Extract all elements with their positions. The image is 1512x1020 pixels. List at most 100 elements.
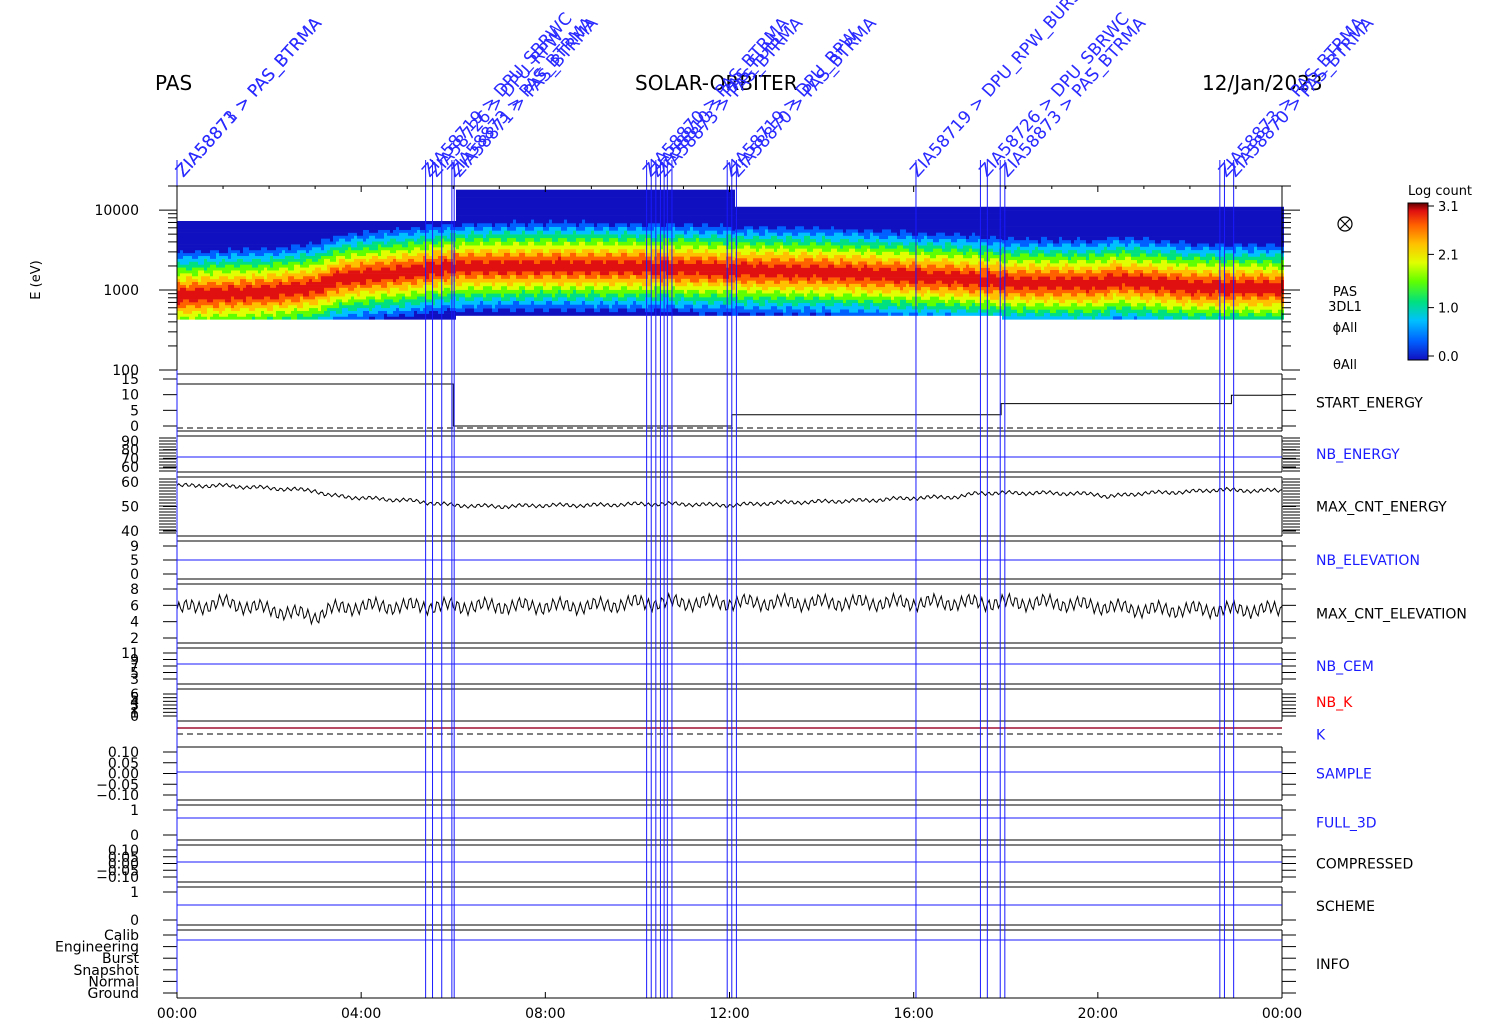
- spectrogram-cell: [537, 274, 540, 279]
- spectrogram-cell: [228, 267, 231, 271]
- spectrogram-cell: [234, 244, 237, 248]
- spectrogram-cell: [399, 252, 402, 257]
- spectrogram-cell: [291, 255, 294, 259]
- spectrogram-cell: [462, 274, 465, 279]
- spectrogram-cell: [321, 293, 324, 297]
- spectrogram-cell: [243, 293, 246, 297]
- spectrogram-cell: [615, 285, 618, 290]
- spectrogram-cell: [537, 197, 540, 202]
- spectrogram-cell: [483, 259, 486, 264]
- spectrogram-cell: [534, 289, 537, 294]
- spectrogram-cell: [414, 264, 417, 268]
- spectrogram-cell: [555, 234, 558, 239]
- spectrogram-cell: [552, 200, 555, 205]
- spectrogram-cell: [576, 230, 579, 235]
- spectrogram-cell: [222, 293, 225, 297]
- spectrogram-cell: [303, 299, 306, 303]
- spectrogram-cell: [315, 299, 318, 303]
- spectrogram-cell: [609, 289, 612, 294]
- spectrogram-cell: [456, 300, 459, 305]
- spectrogram-cell: [336, 278, 339, 283]
- spectrogram-cell: [288, 296, 291, 300]
- spectrogram-cell: [225, 278, 228, 283]
- spectrogram-cell: [207, 270, 210, 274]
- spectrogram-cell: [549, 293, 552, 298]
- spectrogram-cell: [561, 308, 564, 313]
- spectrogram-cell: [528, 237, 531, 242]
- spectrogram-cell: [429, 249, 432, 254]
- spectrogram-cell: [369, 232, 372, 236]
- spectrogram-cell: [420, 261, 423, 265]
- spectrogram-cell: [330, 299, 333, 303]
- spectrogram-cell: [405, 238, 408, 242]
- spectrogram-cell: [600, 237, 603, 242]
- spectrogram-cell: [195, 301, 198, 306]
- spectrogram-cell: [570, 222, 573, 227]
- spectrogram-cell: [558, 282, 561, 287]
- spectrogram-cell: [378, 249, 381, 254]
- spectrogram-cell: [375, 301, 378, 306]
- spectrogram-cell: [522, 293, 525, 298]
- spectrogram-cell: [270, 244, 273, 248]
- spectrogram-cell: [249, 296, 252, 300]
- spectrogram-cell: [537, 200, 540, 205]
- spectrogram-cell: [213, 258, 216, 262]
- spectrogram-cell: [429, 273, 432, 277]
- spectrogram-cell: [600, 271, 603, 276]
- spectrogram-cell: [612, 230, 615, 235]
- spectrogram-cell: [261, 241, 264, 245]
- spectrogram-cell: [366, 290, 369, 294]
- spectrogram-cell: [300, 304, 303, 309]
- spectrogram-cell: [498, 297, 501, 302]
- spectrogram-cell: [426, 304, 429, 309]
- spectrogram-cell: [540, 285, 543, 290]
- spectrogram-cell: [273, 310, 276, 314]
- spectrogram-cell: [207, 229, 210, 233]
- spectrogram-cell: [555, 237, 558, 242]
- spectrogram-cell: [282, 244, 285, 248]
- spectrogram-cell: [258, 252, 261, 257]
- spectrogram-cell: [420, 307, 423, 311]
- spectrogram-cell: [510, 215, 513, 220]
- spectrogram-cell: [540, 311, 543, 316]
- spectrogram-cell: [213, 293, 216, 297]
- spectrogram-cell: [249, 313, 252, 317]
- spectrogram-cell: [339, 278, 342, 283]
- spectrogram-cell: [387, 275, 390, 280]
- spectrogram-cell: [243, 316, 246, 320]
- spectrogram-cell: [288, 229, 291, 233]
- spectrogram-cell: [615, 245, 618, 250]
- spectrogram-cell: [300, 270, 303, 274]
- spectrogram-cell: [342, 221, 345, 225]
- spectrogram-cell: [597, 241, 600, 246]
- spectrogram-cell: [609, 204, 612, 209]
- spectrogram-cell: [435, 281, 438, 285]
- spectrogram-cell: [189, 255, 192, 259]
- spectrogram-cell: [543, 208, 546, 213]
- spectrogram-cell: [519, 241, 522, 246]
- spectrogram-cell: [180, 270, 183, 274]
- spectrogram-cell: [261, 299, 264, 303]
- spectrogram-cell: [543, 215, 546, 220]
- spectrogram-cell: [567, 256, 570, 261]
- spectrogram-cell: [234, 310, 237, 314]
- spectrogram-cell: [408, 238, 411, 242]
- spectrogram-cell: [600, 219, 603, 224]
- spectrogram-cell: [291, 278, 294, 283]
- spectrogram-cell: [201, 284, 204, 288]
- spectrogram-cell: [615, 282, 618, 287]
- spectrogram-cell: [528, 297, 531, 302]
- spectrogram-cell: [360, 241, 363, 245]
- spectrogram-cell: [204, 293, 207, 297]
- spectrogram-cell: [462, 278, 465, 283]
- spectrogram-cell: [186, 261, 189, 265]
- spectrogram-cell: [390, 264, 393, 268]
- spectrogram-cell: [309, 226, 312, 230]
- spectrogram-cell: [267, 307, 270, 311]
- spectrogram-cell: [267, 264, 270, 268]
- spectrogram-cell: [420, 258, 423, 262]
- spectrogram-cell: [357, 267, 360, 271]
- spectrogram-cell: [429, 255, 432, 259]
- spectrogram-cell: [318, 310, 321, 314]
- spectrogram-cell: [465, 274, 468, 279]
